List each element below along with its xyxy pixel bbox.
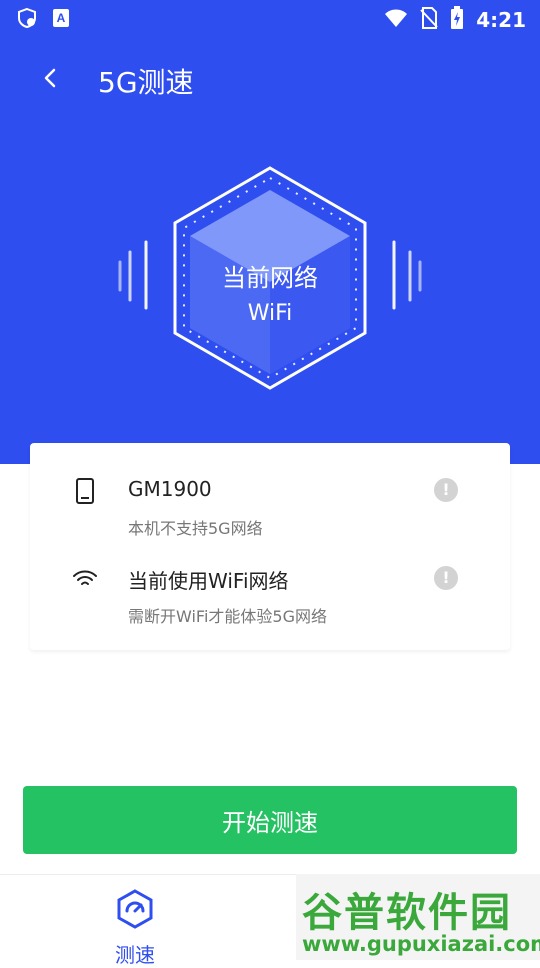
status-time: 4:21: [476, 8, 526, 32]
device-row: GM1900 本机不支持5G网络 !: [30, 473, 510, 553]
network-hero: 当前网络 WiFi: [110, 160, 430, 400]
watermark-title: 谷普软件园: [302, 890, 512, 936]
network-info-card: GM1900 本机不支持5G网络 ! 当前使用WiFi网络 需断开WiFi才能体…: [30, 443, 510, 650]
start-test-button[interactable]: 开始测速: [23, 786, 517, 854]
current-network-value: WiFi: [247, 301, 293, 326]
svg-text:A: A: [57, 11, 66, 25]
info-icon[interactable]: !: [434, 566, 458, 590]
page-title: 5G测速: [98, 66, 194, 99]
battery-charging-icon: [450, 6, 464, 34]
speedometer-icon: [115, 889, 155, 933]
no-sim-icon: [420, 7, 438, 33]
wifi-row: 当前使用WiFi网络 需断开WiFi才能体验5G网络 !: [30, 561, 510, 641]
wifi-icon: [70, 564, 100, 594]
info-icon[interactable]: !: [434, 478, 458, 502]
wifi-icon: [384, 8, 408, 32]
wifi-status: 当前使用WiFi网络: [128, 569, 289, 593]
a-badge-icon: A: [52, 8, 70, 32]
wifi-note: 需断开WiFi才能体验5G网络: [128, 607, 327, 626]
device-model: GM1900: [128, 477, 212, 501]
watermark: 谷普软件园 www.gupuxiazai.com: [296, 874, 540, 960]
current-network-label: 当前网络: [222, 264, 318, 292]
shield-icon: [16, 7, 38, 33]
nav-item-speedtest[interactable]: 测速: [90, 883, 180, 967]
watermark-url: www.gupuxiazai.com: [302, 932, 540, 956]
chevron-left-icon: [42, 67, 58, 93]
back-button[interactable]: [28, 58, 72, 102]
phone-icon: [70, 476, 100, 506]
status-bar: A 4:21: [0, 0, 540, 36]
app-bar: 5G测速: [0, 50, 540, 110]
nav-label-speedtest: 测速: [115, 943, 155, 967]
device-support-note: 本机不支持5G网络: [128, 519, 263, 538]
